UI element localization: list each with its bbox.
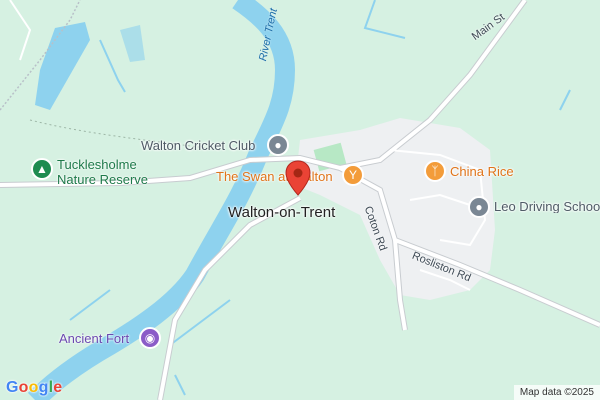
logo-letter: o	[28, 379, 39, 396]
place-label: Walton-on-Trent	[228, 204, 336, 221]
leo-driving-label[interactable]: Leo Driving School	[494, 200, 600, 213]
camera-icon[interactable]: ◉	[139, 327, 161, 349]
map-data-attribution[interactable]: Map data ©2025	[513, 385, 600, 400]
ancient-fort-label[interactable]: Ancient Fort	[59, 332, 129, 345]
driving-school-icon[interactable]: ●	[468, 196, 490, 218]
map-canvas[interactable]: River Trent Main St Coton Rd Rosliston R…	[0, 0, 600, 400]
small-lake	[120, 25, 145, 62]
lake	[35, 22, 90, 110]
tree-icon[interactable]: ▲	[31, 158, 53, 180]
cocktail-icon[interactable]: Y	[342, 164, 364, 186]
logo-letter: e	[53, 379, 63, 396]
nature-reserve-label[interactable]: Tucklesholme Nature Reserve	[57, 157, 148, 187]
google-logo[interactable]: Google	[6, 379, 62, 397]
logo-letter: g	[38, 379, 49, 396]
logo-letter: o	[18, 379, 29, 396]
restaurant-icon[interactable]: ᛉ	[424, 160, 446, 182]
china-rice-label[interactable]: China Rice	[450, 165, 514, 178]
location-marker-icon[interactable]	[285, 160, 311, 196]
logo-letter: G	[6, 379, 19, 396]
swan-pub-label[interactable]: The Swan at Walton	[216, 170, 333, 183]
cricket-club-label[interactable]: Walton Cricket Club	[141, 139, 255, 152]
cricket-club-pin-icon[interactable]: ●	[267, 134, 289, 156]
